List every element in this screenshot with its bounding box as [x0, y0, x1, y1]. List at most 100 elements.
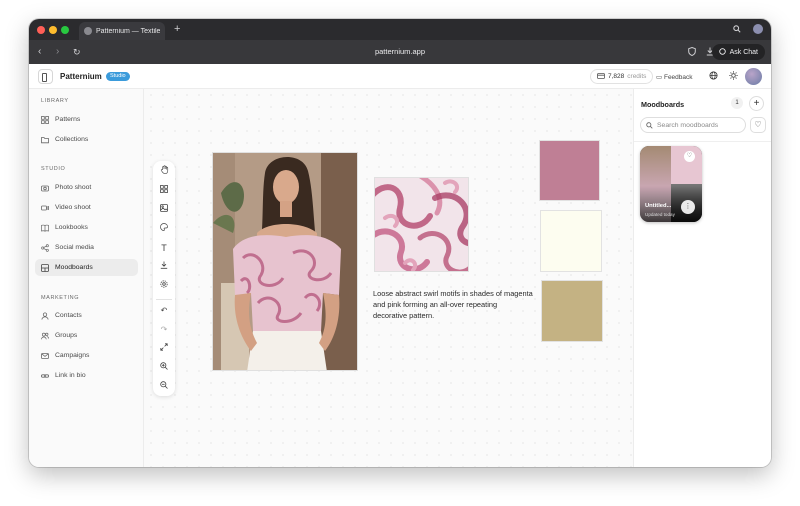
grid-icon[interactable] — [157, 184, 171, 198]
moodboards-count-badge: 1 — [731, 97, 743, 109]
moodboards-panel: Moodboards 1 + ♡ ♡ Untitled... Updated t… — [633, 89, 771, 467]
panel-divider — [634, 141, 771, 142]
sidebar-item-label: Collections — [55, 136, 89, 143]
browser-window: Patternium — Textile Studio + ‹ › ↻ patt… — [29, 19, 771, 467]
browser-tab-strip: Patternium — Textile Studio + — [29, 19, 771, 40]
share-icon — [41, 243, 49, 252]
mail-icon — [41, 352, 49, 360]
sidebar-item-photo-shoot[interactable]: Photo shoot — [35, 179, 138, 196]
pattern-description: Loose abstract swirl motifs in shades of… — [373, 289, 533, 321]
search-tabs-icon[interactable] — [733, 25, 741, 35]
sidebar-item-contacts[interactable]: Contacts — [35, 307, 138, 324]
image-icon[interactable] — [157, 203, 171, 217]
message-icon: ▭ — [656, 74, 663, 81]
sidebar-item-moodboards[interactable]: Moodboards — [35, 259, 138, 276]
sidebar-item-campaigns[interactable]: Campaigns — [35, 347, 138, 364]
fit-screen-icon[interactable] — [157, 342, 171, 356]
chat-spark-icon — [718, 47, 726, 57]
sidebar: LIBRARY Patterns Collections STUDIO Phot… — [29, 89, 144, 467]
url-field[interactable]: patternium.app — [29, 47, 771, 56]
credits-value: 7,828 — [608, 73, 625, 80]
model-photo[interactable] — [212, 152, 358, 371]
sidebar-item-label: Contacts — [55, 312, 82, 319]
studio-badge: Studio — [106, 72, 130, 81]
address-bar: ‹ › ↻ patternium.app Ask Chat — [29, 40, 771, 64]
credits-label: credits — [627, 73, 647, 80]
undo-icon[interactable]: ↶ — [157, 304, 171, 318]
sidebar-item-label: Link in bio — [55, 372, 86, 379]
sidebar-item-social-media[interactable]: Social media — [35, 239, 138, 256]
card-icon — [597, 72, 605, 81]
moodboard-card-name: Untitled... — [645, 203, 672, 209]
user-avatar[interactable] — [745, 68, 762, 85]
sidebar-item-lookbooks[interactable]: Lookbooks — [35, 219, 138, 236]
minimize-window-button[interactable] — [49, 26, 57, 34]
tab-title: Patternium — Textile Studio — [96, 27, 160, 35]
sidebar-item-label: Campaigns — [55, 352, 90, 359]
globe-icon[interactable] — [709, 71, 718, 82]
sidebar-item-label: Video shoot — [55, 204, 91, 211]
profile-avatar[interactable] — [753, 24, 763, 34]
feedback-label: Feedback — [663, 74, 693, 81]
shield-icon[interactable] — [688, 46, 696, 58]
add-moodboard-button[interactable]: + — [749, 96, 764, 111]
video-icon — [41, 204, 49, 212]
text-icon[interactable]: T — [157, 241, 171, 255]
moodboard-card-updated: Updated today — [645, 212, 675, 217]
settings-icon[interactable] — [157, 279, 171, 293]
favorites-filter-button[interactable]: ♡ — [750, 117, 766, 133]
sidebar-item-label: Photo shoot — [55, 184, 92, 191]
sidebar-item-link-in-bio[interactable]: Link in bio — [35, 367, 138, 384]
sidebar-item-label: Moodboards — [55, 264, 93, 271]
moodboard-canvas[interactable]: T ↶ ↷ Loose abstract swirl motifs in sha… — [145, 89, 633, 467]
moodboard-card[interactable]: ♡ Untitled... Updated today ⋮ — [640, 146, 702, 222]
close-window-button[interactable] — [37, 26, 45, 34]
moodboard-icon — [41, 263, 49, 272]
moodboards-title: Moodboards — [641, 100, 685, 109]
sidebar-item-label: Social media — [55, 244, 94, 251]
sidebar-item-collections[interactable]: Collections — [35, 131, 138, 148]
hand-icon[interactable] — [157, 165, 171, 179]
redo-icon[interactable]: ↷ — [157, 323, 171, 337]
sidebar-item-label: Groups — [55, 332, 78, 339]
search-icon — [646, 116, 653, 134]
credits-pill[interactable]: 7,828 credits — [590, 69, 654, 84]
sidebar-item-label: Lookbooks — [55, 224, 88, 231]
toolbar-divider — [156, 299, 172, 300]
link-icon — [41, 372, 49, 380]
app-brand: Patternium — [60, 72, 102, 81]
sidebar-section-library: LIBRARY — [41, 98, 69, 104]
ask-chat-button[interactable]: Ask Chat — [711, 44, 765, 60]
camera-icon — [41, 184, 49, 192]
sun-icon[interactable] — [729, 71, 738, 82]
color-swatch-khaki[interactable] — [541, 280, 603, 342]
tab-favicon-icon — [84, 27, 92, 35]
book-icon — [41, 224, 49, 232]
zoom-in-icon[interactable] — [157, 361, 171, 375]
palette-icon[interactable] — [157, 222, 171, 236]
browser-tab[interactable]: Patternium — Textile Studio — [79, 22, 165, 40]
more-options-icon[interactable]: ⋮ — [681, 200, 695, 214]
search-moodboards-input[interactable] — [657, 121, 742, 129]
sidebar-item-groups[interactable]: Groups — [35, 327, 138, 344]
feedback-button[interactable]: ▭ Feedback — [656, 73, 693, 81]
sidebar-toggle-icon[interactable] — [38, 69, 53, 84]
sidebar-section-studio: STUDIO — [41, 166, 66, 172]
sidebar-item-label: Patterns — [55, 116, 81, 123]
sidebar-item-video-shoot[interactable]: Video shoot — [35, 199, 138, 216]
sidebar-section-marketing: MARKETING — [41, 295, 80, 301]
user-icon — [41, 311, 49, 320]
canvas-toolbar: T ↶ ↷ — [153, 161, 175, 396]
download-icon[interactable] — [157, 260, 171, 274]
new-tab-button[interactable]: + — [174, 22, 180, 36]
zoom-out-icon[interactable] — [157, 380, 171, 394]
pattern-swatch-image[interactable] — [374, 177, 469, 272]
heart-icon[interactable]: ♡ — [684, 151, 695, 162]
users-icon — [40, 332, 50, 340]
app-header: Patternium Studio 7,828 credits ▭ Feedba… — [29, 64, 771, 89]
sidebar-item-patterns[interactable]: Patterns — [35, 111, 138, 128]
color-swatch-cream[interactable] — [540, 210, 602, 272]
color-swatch-pink[interactable] — [539, 140, 600, 201]
maximize-window-button[interactable] — [61, 26, 69, 34]
folder-icon — [41, 136, 49, 144]
